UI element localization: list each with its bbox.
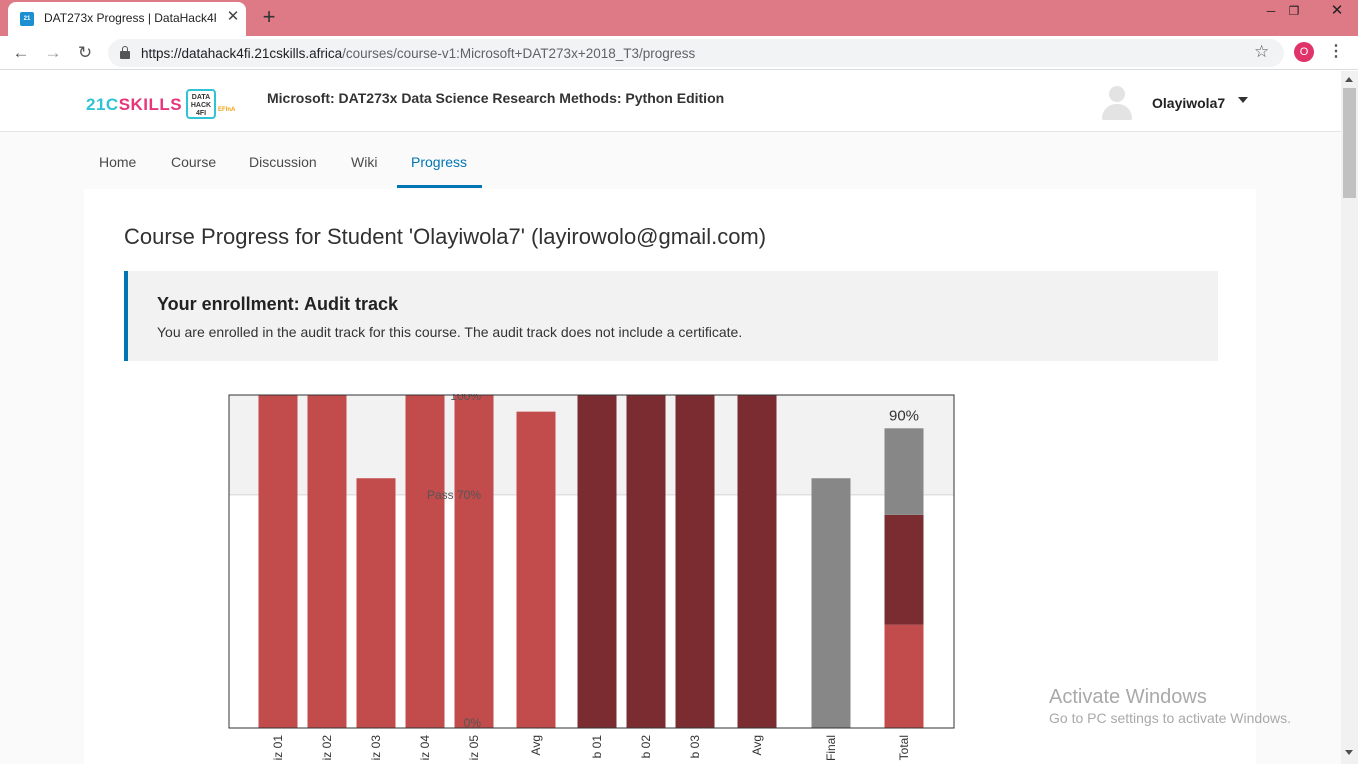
tab-course[interactable]: Course (171, 154, 216, 170)
x-tick-label: iz 01 (271, 735, 285, 761)
total-bar-segment-quiz (884, 624, 924, 728)
course-nav: Home Course Discussion Wiki Progress (84, 132, 1256, 189)
x-tick-label: iz 02 (320, 735, 334, 761)
profile-avatar-icon[interactable]: O (1294, 42, 1314, 62)
browser-toolbar: ← → ↻ https://datahack4fi.21cskills.afri… (0, 36, 1358, 70)
url-path: /courses/course-v1:Microsoft+DAT273x+201… (342, 46, 696, 61)
activation-watermark-subtitle: Go to PC settings to activate Windows. (1049, 710, 1291, 726)
logo-badge: DATA HACK 4FI (186, 89, 216, 119)
x-tick-label: iz 03 (369, 735, 383, 761)
scroll-up-icon[interactable] (1345, 77, 1353, 82)
page-scrollbar[interactable] (1341, 71, 1358, 764)
x-tick-label: b 03 (688, 735, 702, 759)
new-tab-icon[interactable]: + (256, 4, 282, 30)
user-avatar[interactable] (1100, 84, 1134, 120)
bar-8 (626, 395, 666, 728)
course-title: Microsoft: DAT273x Data Science Research… (267, 90, 725, 106)
logo-partner: EFInA (218, 107, 236, 113)
activation-watermark-title: Activate Windows (1049, 686, 1207, 708)
url-host: https://datahack4fi.21cskills.africa (141, 46, 343, 61)
username[interactable]: Olayiwola7 (1152, 95, 1225, 111)
back-icon[interactable]: ← (8, 40, 34, 66)
window-close-icon[interactable]: ✕ (1316, 0, 1358, 24)
bar-3 (356, 478, 396, 728)
x-tick-label: Final (824, 735, 838, 761)
enrollment-text: You are enrolled in the audit track for … (157, 324, 743, 340)
site-favicon-icon: 21 (20, 12, 34, 26)
x-tick-label: Total (897, 735, 911, 760)
reference-label: Pass 70% (427, 488, 481, 502)
close-icon[interactable]: ✕ (224, 8, 242, 26)
address-bar[interactable]: https://datahack4fi.21cskills.africa/cou… (108, 39, 1284, 67)
total-value-label: 90% (889, 407, 919, 424)
bar-6 (516, 411, 556, 728)
scroll-down-icon[interactable] (1345, 750, 1353, 755)
menu-icon[interactable]: ⋮ (1328, 42, 1344, 62)
x-tick-label: Avg (529, 735, 543, 755)
tab-home[interactable]: Home (99, 154, 136, 170)
site-header: 21CSKILLS DATA HACK 4FI EFInA Microsoft:… (0, 71, 1341, 132)
forward-icon[interactable]: → (40, 40, 66, 66)
tab-discussion[interactable]: Discussion (249, 154, 317, 170)
bar-5 (454, 395, 494, 728)
web-page: 21CSKILLS DATA HACK 4FI EFInA Microsoft:… (0, 71, 1341, 764)
enrollment-banner: Your enrollment: Audit track You are enr… (124, 271, 1218, 361)
bar-4 (405, 395, 445, 728)
browser-tab-strip: 21 DAT273x Progress | DataHack4FI ✕ + ─ … (0, 0, 1358, 36)
x-tick-label: Avg (750, 735, 764, 755)
progress-content: Course Progress for Student 'Olayiwola7'… (84, 189, 1256, 764)
site-logo[interactable]: 21CSKILLS DATA HACK 4FI EFInA (86, 89, 238, 121)
logo-wordmark: 21CSKILLS (86, 95, 183, 114)
lock-icon[interactable] (120, 46, 130, 59)
total-bar-segment-final (884, 428, 924, 515)
x-tick-label: b 02 (639, 735, 653, 759)
grade-chart: 90%100%Pass 70%0%iz 01 iz 02 iz 03 iz 04 iz … (228, 394, 955, 761)
total-bar-segment-lab (884, 514, 924, 625)
bar-1 (258, 395, 298, 728)
active-tab-indicator (397, 185, 482, 188)
maximize-icon[interactable]: ❐ (1278, 0, 1310, 24)
url-text[interactable]: https://datahack4fi.21cskills.africa/cou… (141, 46, 695, 61)
bar-7 (577, 395, 617, 728)
reload-icon[interactable]: ↻ (72, 40, 98, 66)
x-tick-label: iz 04 (418, 735, 432, 761)
browser-tab[interactable]: 21 DAT273x Progress | DataHack4FI ✕ (8, 2, 246, 36)
bar-2 (307, 395, 347, 728)
chevron-down-icon[interactable] (1238, 97, 1248, 103)
bar-9 (675, 395, 715, 728)
tab-wiki[interactable]: Wiki (351, 154, 377, 170)
scroll-thumb[interactable] (1343, 88, 1356, 198)
star-icon[interactable]: ☆ (1254, 42, 1269, 62)
x-tick-label: b 01 (590, 735, 604, 759)
enrollment-title: Your enrollment: Audit track (157, 294, 399, 314)
tab-title: DAT273x Progress | DataHack4FI (44, 11, 216, 25)
tab-progress[interactable]: Progress (411, 154, 467, 170)
bar-10 (737, 395, 777, 728)
bar-11 (811, 478, 851, 728)
page-title: Course Progress for Student 'Olayiwola7'… (124, 224, 767, 249)
x-tick-label: iz 05 (467, 735, 481, 761)
